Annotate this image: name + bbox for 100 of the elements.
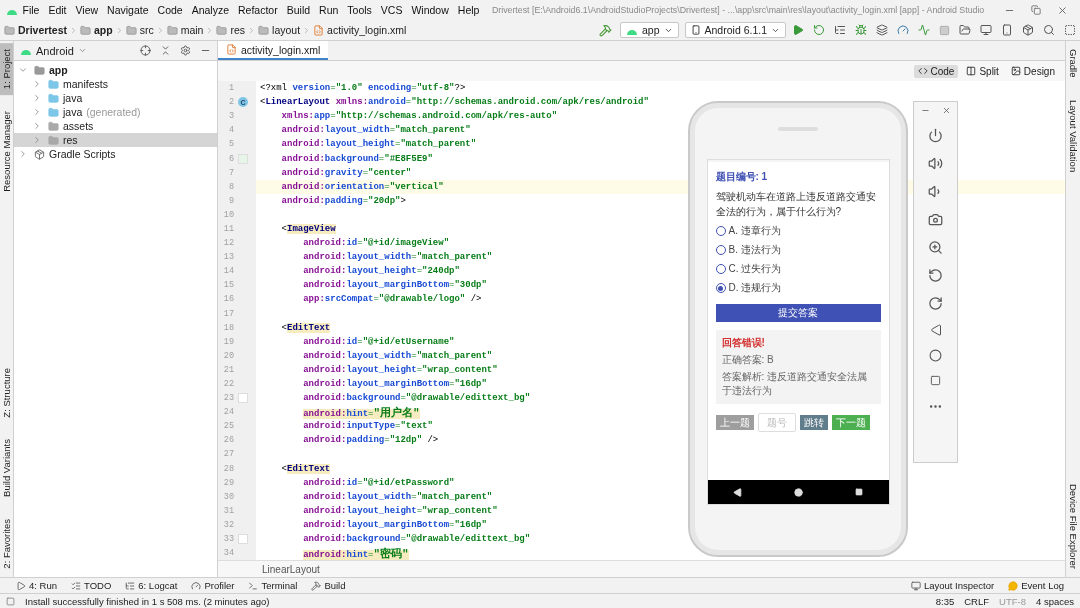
device-dropdown[interactable]: Android 6.1.1: [684, 22, 786, 38]
code-line: android:layout_height="match_parent": [280, 139, 477, 150]
code-line: <?xml version="1.0" encoding="utf-8"?>: [260, 83, 466, 94]
tree-item[interactable]: manifests: [14, 77, 217, 91]
code-line: android:layout_height="wrap_content": [302, 505, 498, 516]
tool-window-button[interactable]: Event Log: [1008, 580, 1064, 591]
tool-window-button[interactable]: Profiler: [191, 580, 235, 591]
menu-item[interactable]: Refactor: [233, 4, 283, 16]
jump-button[interactable]: 跳转: [799, 415, 828, 430]
tree-item[interactable]: res: [14, 133, 217, 147]
indent-setting[interactable]: 4 spaces: [1035, 595, 1074, 607]
side-tab[interactable]: Build Variants: [0, 433, 13, 504]
code-line: xmlns:app="http://schemas.android.com/apk/res-auto": [280, 111, 558, 122]
run-config-dropdown[interactable]: app: [620, 22, 679, 38]
line-number: 19: [222, 336, 234, 347]
answer-explanation: 答案解析: 违反道路交通安全法属于违法行为: [721, 370, 869, 398]
line-number: 28: [222, 463, 234, 474]
line-number: 34: [222, 548, 234, 559]
code-line: android:orientation="vertical": [280, 181, 444, 192]
side-tab[interactable]: Gradle: [1066, 43, 1080, 84]
line-number: 24: [222, 407, 234, 418]
cursor-position[interactable]: 8:35: [935, 595, 955, 607]
side-tab[interactable]: Layout Validation: [1066, 93, 1080, 178]
code-line: android:id="@+id/imageView": [302, 238, 450, 249]
line-number: 27: [222, 449, 234, 460]
code-line: android:background="#E8F5E9": [280, 153, 433, 164]
code-line: android:layout_width="match_parent": [280, 125, 471, 136]
breadcrumb-item[interactable]: res: [216, 24, 246, 36]
menu-item[interactable]: Window: [406, 4, 454, 16]
structure-breadcrumb[interactable]: LinearLayout: [262, 563, 320, 575]
line-number: 13: [222, 252, 234, 263]
code-line: app:srcCompat="@drawable/logo" />: [302, 294, 482, 305]
code-line: <EditText: [280, 322, 331, 333]
tool-window-button[interactable]: TODO: [71, 580, 112, 591]
line-number: 25: [222, 421, 234, 432]
menu-item[interactable]: Analyze: [187, 4, 234, 16]
menu-item[interactable]: View: [71, 4, 103, 16]
breadcrumb-item[interactable]: layout: [258, 24, 301, 36]
code-line: android:id="@+id/etPassword": [302, 477, 455, 488]
code-line: android:padding="20dp">: [280, 195, 406, 206]
code-line: android:padding="12dp" />: [302, 435, 439, 446]
menu-item[interactable]: Code: [153, 4, 188, 16]
menu-item[interactable]: VCS: [376, 4, 407, 16]
code-line: android:id="@+id/etUsername": [302, 336, 455, 347]
menu-item[interactable]: Tools: [342, 4, 377, 16]
breadcrumb-item[interactable]: main: [166, 24, 204, 36]
tool-window-button[interactable]: 6: Logcat: [125, 580, 178, 591]
code-line: android:layout_width="match_parent": [302, 350, 493, 361]
menu-item[interactable]: File: [18, 4, 44, 16]
menu-item[interactable]: Build: [282, 4, 315, 16]
line-number: 14: [222, 266, 234, 277]
view-mode-tab[interactable]: Split: [962, 64, 1003, 78]
menu-item[interactable]: Help: [453, 4, 484, 16]
line-number: 2: [227, 97, 234, 108]
tree-item[interactable]: Gradle Scripts: [14, 147, 217, 161]
view-mode-tab[interactable]: Design: [1006, 64, 1059, 78]
tool-window-button[interactable]: Build: [311, 580, 346, 591]
line-number: 29: [222, 477, 234, 488]
breadcrumb-item[interactable]: app: [80, 24, 113, 36]
status-message: Install successfully finished in 1 s 508 ms. (2 minutes ago): [25, 595, 270, 607]
editor-tab[interactable]: activity_login.xml: [218, 41, 329, 60]
view-selector[interactable]: Android: [36, 44, 74, 57]
code-line: android:layout_width="match_parent": [302, 491, 493, 502]
tree-item[interactable]: app: [14, 63, 217, 77]
breadcrumb-item[interactable]: src: [125, 24, 154, 36]
side-tab[interactable]: Device File Explorer: [1066, 478, 1080, 575]
option-label: A. 违章行为: [728, 224, 781, 238]
line-number: 7: [227, 167, 234, 178]
tool-window-button[interactable]: 4: Run: [16, 580, 57, 591]
menu-item[interactable]: Edit: [43, 4, 71, 16]
menu-item[interactable]: Run: [314, 4, 343, 16]
line-number: 21: [222, 364, 234, 375]
tree-item[interactable]: assets: [14, 119, 217, 133]
line-number: 20: [222, 350, 234, 361]
side-tab[interactable]: 2: Favorites: [0, 513, 13, 575]
code-line: android:background="@drawable/edittext_bg": [302, 534, 531, 545]
line-number: 8: [227, 181, 234, 192]
question-number-field[interactable]: 题号: [757, 413, 796, 432]
view-mode-tab[interactable]: Code: [913, 64, 959, 78]
line-number: 6: [227, 153, 234, 164]
menu-item[interactable]: Navigate: [102, 4, 154, 16]
line-ending[interactable]: CRLF: [964, 595, 990, 607]
option-label: C. 过失行为: [728, 262, 782, 276]
line-number: 1: [227, 83, 234, 94]
tool-window-button[interactable]: Layout Inspector: [910, 580, 995, 591]
submit-button[interactable]: 提交答案: [715, 304, 881, 322]
line-number: 30: [222, 491, 234, 502]
question-text: 驾驶机动车在道路上违反道路交通安全法的行为，属于什么行为?: [715, 190, 877, 219]
side-tab[interactable]: 1: Project: [0, 43, 13, 96]
tool-window-button[interactable]: Terminal: [248, 580, 298, 591]
tree-item[interactable]: java: [14, 91, 217, 105]
breadcrumb-item[interactable]: Drivertest: [4, 24, 68, 36]
line-number: 23: [222, 393, 234, 404]
breadcrumb-item[interactable]: activity_login.xml: [313, 24, 407, 36]
side-tab[interactable]: Z: Structure: [0, 361, 13, 424]
window-title: Drivertest [E:\Android6.1\AndroidStudioProjects\Drivertest] - ...\app\src\main\res\layout\activity_login.xml [app] - Android Studio: [491, 5, 985, 15]
side-tab[interactable]: Resource Manager: [0, 105, 13, 198]
option-label: B. 违法行为: [728, 243, 781, 257]
tree-item[interactable]: java (generated): [14, 105, 217, 119]
code-line: android:layout_width="match_parent": [302, 252, 493, 263]
